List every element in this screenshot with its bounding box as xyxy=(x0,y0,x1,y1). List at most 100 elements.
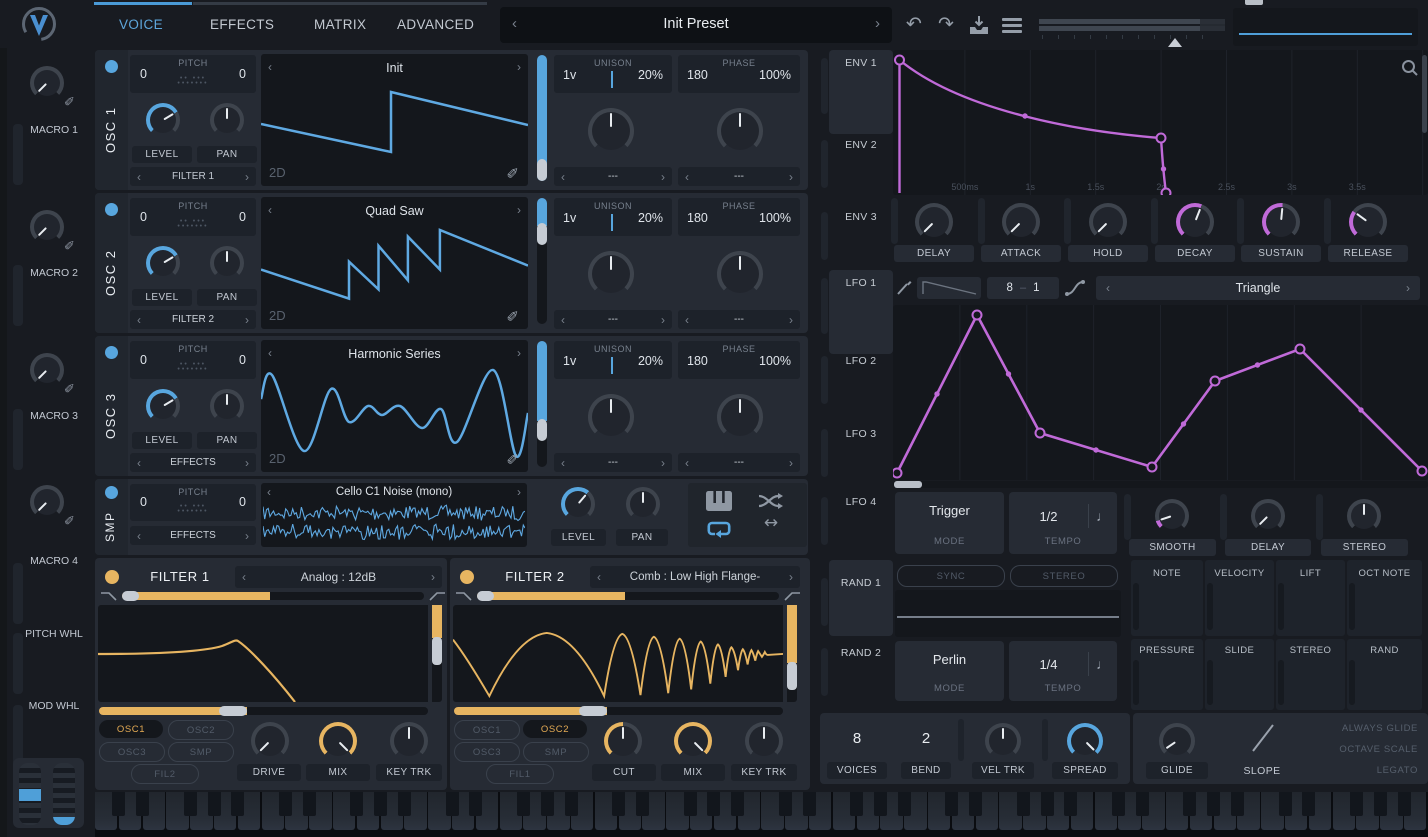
filter2-cutoff-handle[interactable] xyxy=(579,706,607,716)
lfo-editor[interactable] xyxy=(893,305,1428,480)
piano-key-black[interactable] xyxy=(541,792,554,816)
right-scrollbar[interactable] xyxy=(1422,55,1427,133)
mod-wheel-mod-bar[interactable] xyxy=(13,705,23,766)
piano-key-black[interactable] xyxy=(517,792,530,816)
osc3-phase-rand[interactable]: 100% xyxy=(759,354,791,368)
macro2-knob[interactable] xyxy=(30,210,64,244)
sample-display[interactable]: ‹ Cello C1 Noise (mono) › xyxy=(261,483,527,547)
env-decay-knob[interactable] xyxy=(1176,203,1214,241)
pitch-wheel-mod-bar[interactable] xyxy=(13,633,23,694)
piano-key-black[interactable] xyxy=(684,792,697,816)
osc3-unison-box[interactable]: UNISON 1v 20% xyxy=(554,341,672,379)
rand-mode-box[interactable]: Perlin MODE xyxy=(895,641,1004,701)
osc1-frame-handle[interactable] xyxy=(537,159,547,181)
piano-key-black[interactable] xyxy=(1017,792,1030,816)
osc2-phase-rand-knob[interactable] xyxy=(717,251,763,297)
env-delay-knob[interactable] xyxy=(915,203,953,241)
sampler-pitch-box[interactable]: PITCH 0 0 •• •••••••••• xyxy=(130,484,256,521)
piano-key-black[interactable] xyxy=(350,792,363,816)
osc2-phase[interactable]: 180 xyxy=(687,211,708,225)
rand-tempo-value[interactable]: 1/4 xyxy=(1009,657,1088,672)
keytrack-icon[interactable] xyxy=(706,491,732,511)
macro3-mod-bar[interactable] xyxy=(13,409,23,470)
macro3-knob[interactable] xyxy=(30,353,64,387)
wavetable-next-icon[interactable]: › xyxy=(517,61,521,73)
piano-key-black[interactable] xyxy=(1136,792,1149,816)
tab-advanced[interactable]: ADVANCED xyxy=(397,17,474,32)
sample-name[interactable]: Cello C1 Noise (mono) xyxy=(261,486,527,498)
piano-key-black[interactable] xyxy=(446,792,459,816)
filter2-resonance-handle[interactable] xyxy=(787,662,797,690)
modsource-lift[interactable]: LIFT xyxy=(1276,560,1345,636)
osc3-edit-pencil-icon[interactable]: ✎ xyxy=(506,449,519,467)
rand-stereo-button[interactable]: STEREO xyxy=(1010,565,1118,587)
lfo-paint-icon[interactable] xyxy=(895,279,913,297)
osc2-level-knob[interactable] xyxy=(146,246,180,280)
lfo-smooth-knob[interactable] xyxy=(1155,499,1189,533)
osc1-phase-box[interactable]: PHASE 180 100% xyxy=(678,55,800,93)
filter1-enable-indicator[interactable] xyxy=(105,570,119,584)
osc1-routing-selector[interactable]: ‹FILTER 1› xyxy=(130,167,256,186)
vital-logo[interactable] xyxy=(20,5,58,43)
piano-key-black[interactable] xyxy=(1374,792,1387,816)
piano-key-black[interactable] xyxy=(945,792,958,816)
tab-env2[interactable]: ENV 2 xyxy=(829,139,893,151)
osc2-unison-detune-knob[interactable] xyxy=(588,251,634,297)
filter2-input-osc2[interactable]: OSC2 xyxy=(523,720,587,738)
menu-icon[interactable] xyxy=(1002,18,1022,33)
filter1-keytrack-knob[interactable] xyxy=(390,722,428,760)
macro1-mod-bar[interactable] xyxy=(13,124,23,185)
rand-sync-button[interactable]: SYNC xyxy=(897,565,1005,587)
undo-icon[interactable]: ↶ xyxy=(902,13,926,37)
tab-lfo3[interactable]: LFO 3 xyxy=(829,428,893,440)
option-always-glide[interactable]: ALWAYS GLIDE xyxy=(1303,723,1418,734)
lfo-tempo-value[interactable]: 1/2 xyxy=(1009,509,1088,524)
osc2-phase-rand[interactable]: 100% xyxy=(759,211,791,225)
osc1-wavetable-name[interactable]: Init xyxy=(261,61,528,75)
filter1-blend-slider[interactable] xyxy=(122,592,424,600)
osc1-wavetable-display[interactable]: ‹ Init › 2D ✎ xyxy=(261,54,528,186)
tab-env1[interactable]: ENV 1 xyxy=(829,57,893,69)
volume-slider-handle[interactable] xyxy=(1168,38,1182,47)
filter2-keytrack-knob[interactable] xyxy=(745,722,783,760)
osc2-pan-knob[interactable] xyxy=(210,246,244,280)
filter1-resonance-slider[interactable] xyxy=(432,605,442,702)
osc3-wavetable-name[interactable]: Harmonic Series xyxy=(261,347,528,361)
macro1-edit-pencil-icon[interactable]: ✎ xyxy=(64,92,75,108)
osc1-level-knob[interactable] xyxy=(146,103,180,137)
filter2-mix-knob[interactable] xyxy=(674,722,712,760)
piano-key-black[interactable] xyxy=(1207,792,1220,816)
filter2-cutoff-knob[interactable] xyxy=(604,722,642,760)
osc2-edit-pencil-icon[interactable]: ✎ xyxy=(506,306,519,324)
piano-key-black[interactable] xyxy=(1041,792,1054,816)
filter1-input-osc2[interactable]: OSC2 xyxy=(168,720,234,740)
piano-key-black[interactable] xyxy=(636,792,649,816)
piano-key-black[interactable] xyxy=(1350,792,1363,816)
lfo-shape-preview[interactable] xyxy=(917,277,981,299)
tab-lfo2[interactable]: LFO 2 xyxy=(829,355,893,367)
filter2-blend-slider[interactable] xyxy=(477,592,779,600)
osc3-wavetable-display[interactable]: ‹ Harmonic Series › 2D ✎ xyxy=(261,340,528,472)
filter2-enable-indicator[interactable] xyxy=(460,570,474,584)
filter1-input-osc1[interactable]: OSC1 xyxy=(99,720,163,738)
macro2-edit-pencil-icon[interactable]: ✎ xyxy=(64,236,75,252)
filter1-input-osc3[interactable]: OSC3 xyxy=(99,742,165,762)
bend-value[interactable]: 2 xyxy=(907,730,945,747)
lfo-grid-control[interactable]: 8 – 1 xyxy=(987,277,1059,299)
piano-key-black[interactable] xyxy=(874,792,887,816)
osc3-frame-handle[interactable] xyxy=(537,419,547,441)
tab-rand2[interactable]: RAND 2 xyxy=(829,647,893,659)
modsource-slide[interactable]: SLIDE xyxy=(1205,639,1274,710)
piano-key-black[interactable] xyxy=(803,792,816,816)
macro4-mod-bar[interactable] xyxy=(13,563,23,624)
modsource-rand[interactable]: RAND xyxy=(1347,639,1422,710)
macro1-knob[interactable] xyxy=(30,66,64,100)
lfo-smooth-curve-icon[interactable] xyxy=(1064,278,1086,298)
osc1-phase-rand[interactable]: 100% xyxy=(759,68,791,82)
tempo-note-icon[interactable]: ♩ xyxy=(1089,656,1117,672)
preset-name[interactable]: Init Preset xyxy=(500,16,892,32)
lfo-scrollbar[interactable] xyxy=(893,481,1428,488)
piano-key-black[interactable] xyxy=(898,792,911,816)
tab-effects[interactable]: EFFECTS xyxy=(210,17,274,32)
osc1-dest2-selector[interactable]: ‹---› xyxy=(678,167,800,186)
